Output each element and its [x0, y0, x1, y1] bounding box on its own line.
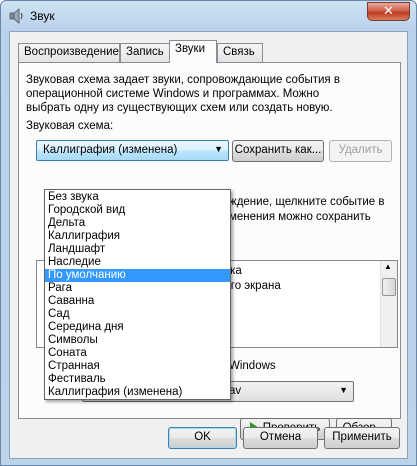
close-icon: ✕ — [383, 3, 394, 18]
scheme-option-highlighted[interactable]: По умолчанию — [45, 269, 230, 282]
scheme-description: Звуковая схема задает звуки, сопровождаю… — [26, 74, 340, 114]
scheme-option[interactable]: Каллиграфия (изменена) — [45, 386, 230, 399]
tab-sounds[interactable]: Звуки — [169, 40, 217, 63]
title-bar[interactable]: Звук ✕ — [1, 1, 416, 31]
scheme-option[interactable]: Соната — [45, 347, 230, 360]
close-button[interactable]: ✕ — [367, 2, 410, 21]
window-title: Звук — [30, 9, 55, 23]
scroll-thumb[interactable] — [382, 278, 396, 296]
scheme-option[interactable]: Без звука — [45, 191, 230, 204]
ok-button[interactable]: OK — [168, 427, 237, 449]
tab-playback[interactable]: Воспроизведение — [18, 43, 120, 62]
scheme-option[interactable]: Символы — [45, 334, 230, 347]
scheme-dropdown-list[interactable]: Без звука Городской вид Дельта Каллиграф… — [44, 189, 231, 400]
tab-communications[interactable]: Связь — [217, 43, 263, 62]
delete-button: Удалить — [329, 140, 392, 162]
scheme-option[interactable]: Рага — [45, 282, 230, 295]
scheme-option[interactable]: Середина дня — [45, 321, 230, 334]
scheme-label: Звуковая схема: — [26, 120, 114, 132]
cancel-button[interactable]: Отмена — [243, 427, 318, 449]
scheme-combobox[interactable]: Каллиграфия (изменена) ▼ — [36, 140, 229, 161]
speaker-icon — [9, 8, 23, 24]
scheme-selected-value: Каллиграфия (изменена) — [43, 144, 178, 156]
startup-sound-label: Windows — [229, 360, 276, 372]
sound-dialog: Звук ✕ Воспроизведение Запись Звуки Связ… — [0, 0, 417, 466]
scheme-option[interactable]: Наследие — [45, 256, 230, 269]
chevron-down-icon: ▼ — [339, 385, 348, 395]
scheme-option[interactable]: Странная — [45, 360, 230, 373]
save-as-button[interactable]: Сохранить как... — [232, 140, 324, 162]
events-hint-line2: менения можно сохранить — [229, 211, 371, 223]
tab-recording[interactable]: Запись — [120, 43, 170, 62]
scheme-option[interactable]: Фестиваль — [45, 373, 230, 386]
sounds-panel: Звуковая схема задает звуки, сопровождаю… — [18, 62, 401, 440]
scheme-option[interactable]: Дельта — [45, 217, 230, 230]
scheme-option[interactable]: Саванна — [45, 295, 230, 308]
dialog-client: Воспроизведение Запись Звуки Связь Звуко… — [9, 31, 408, 459]
scheme-option[interactable]: Каллиграфия — [45, 230, 230, 243]
apply-button[interactable]: Применить — [324, 427, 400, 449]
chevron-down-icon: ▼ — [214, 144, 223, 154]
scheme-option[interactable]: Сад — [45, 308, 230, 321]
scheme-option[interactable]: Городской вид — [45, 204, 230, 217]
scheme-option[interactable]: Ландшафт — [45, 243, 230, 256]
events-hint-line1: ждение, щелкните событие в — [229, 196, 385, 208]
list-scrollbar[interactable]: ▲ — [380, 261, 397, 347]
scroll-up-icon[interactable]: ▲ — [384, 262, 392, 271]
